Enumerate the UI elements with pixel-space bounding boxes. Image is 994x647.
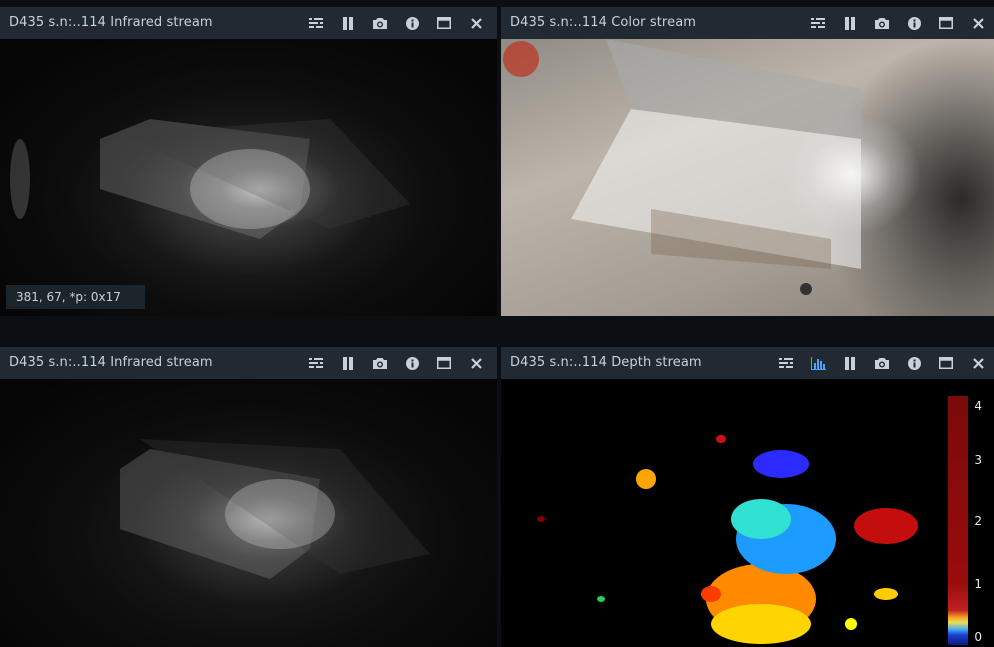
infrared-scene [10, 119, 410, 239]
depth-scale-label: 0 [974, 630, 982, 644]
depth-scale-label: 4 [974, 399, 982, 413]
panel-title: D435 s.n:..114 Color stream [510, 15, 697, 30]
info-icon[interactable] [904, 14, 924, 32]
panel-title-bar: D435 s.n:..114 Depth stream [501, 347, 994, 379]
color-stream-panel: D435 s.n:..114 Color stream [501, 7, 994, 316]
pause-icon[interactable] [338, 14, 358, 32]
depth-scale-label: 1 [974, 577, 982, 591]
pause-icon[interactable] [840, 354, 860, 372]
color-scene [503, 39, 861, 295]
color-image-view[interactable] [501, 39, 994, 316]
infrared-image-view[interactable] [0, 379, 497, 647]
close-icon[interactable] [466, 354, 486, 372]
infrared-scene [120, 439, 430, 579]
panel-title: D435 s.n:..114 Infrared stream [9, 15, 213, 30]
info-icon[interactable] [402, 354, 422, 372]
close-icon[interactable] [968, 354, 988, 372]
close-icon[interactable] [968, 14, 988, 32]
infrared-stream-panel-1: D435 s.n:..114 Infrared stream 381, 67, … [0, 7, 497, 316]
depth-image-view[interactable]: 4 3 2 1 0 [501, 379, 994, 647]
depth-scale-label: 3 [974, 453, 982, 467]
panel-title: D435 s.n:..114 Infrared stream [9, 355, 213, 370]
maximize-icon[interactable] [936, 14, 956, 32]
depth-colormap [537, 435, 918, 644]
info-icon[interactable] [402, 14, 422, 32]
panel-title: D435 s.n:..114 Depth stream [510, 355, 702, 370]
pixel-readout: 381, 67, *p: 0x17 [6, 285, 145, 309]
pause-icon[interactable] [338, 354, 358, 372]
controls-icon[interactable] [808, 14, 828, 32]
controls-icon[interactable] [306, 354, 326, 372]
maximize-icon[interactable] [434, 354, 454, 372]
panel-title-bar: D435 s.n:..114 Color stream [501, 7, 994, 39]
controls-icon[interactable] [776, 354, 796, 372]
camera-icon[interactable] [370, 14, 390, 32]
maximize-icon[interactable] [434, 14, 454, 32]
depth-stream-panel: D435 s.n:..114 Depth stream 4 3 2 1 0 [501, 347, 994, 647]
camera-icon[interactable] [872, 14, 892, 32]
close-icon[interactable] [466, 14, 486, 32]
info-icon[interactable] [904, 354, 924, 372]
panel-title-bar: D435 s.n:..114 Infrared stream [0, 347, 497, 379]
infrared-stream-panel-2: D435 s.n:..114 Infrared stream [0, 347, 497, 647]
maximize-icon[interactable] [936, 354, 956, 372]
pause-icon[interactable] [840, 14, 860, 32]
camera-icon[interactable] [370, 354, 390, 372]
controls-icon[interactable] [306, 14, 326, 32]
camera-icon[interactable] [872, 354, 892, 372]
panel-title-bar: D435 s.n:..114 Infrared stream [0, 7, 497, 39]
histogram-icon[interactable] [808, 354, 828, 372]
depth-scale-bar [948, 396, 968, 645]
infrared-image-view[interactable]: 381, 67, *p: 0x17 [0, 39, 497, 316]
depth-scale-label: 2 [974, 514, 982, 528]
